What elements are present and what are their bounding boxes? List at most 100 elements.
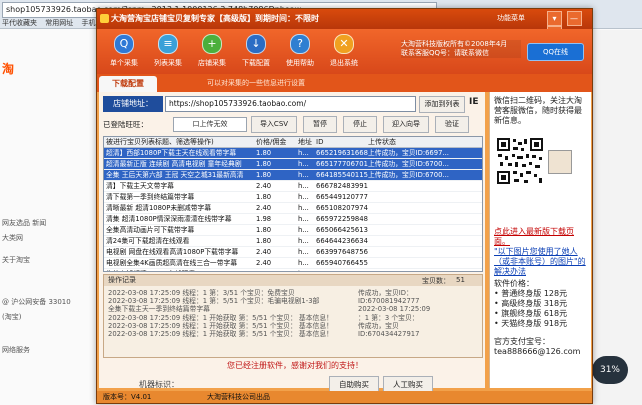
table-row[interactable]: 全集 王后天第六部 王冠 天空之城31最新高清 1.80 h... 664185540… — [104, 170, 482, 181]
app-window: 大淘营淘宝店铺宝贝复制专家【高级版】到期时间：不限时 功能菜单 ▾ — ✕ Q … — [96, 8, 593, 404]
cell-status — [368, 192, 482, 202]
stop-button[interactable]: 停止 — [343, 116, 377, 133]
cell-title: 全集 王后天第六部 王冠 天空之城31最新高清 — [106, 171, 244, 179]
add-to-list-button[interactable]: 添加到列表 — [419, 96, 465, 113]
action-row: 已登陆旺旺： 口上传无效 导入CSV 暂停 停止 迎入向导 验证 — [103, 116, 481, 133]
status-bar: 版本号：V4.01 大淘营科技公司出品 — [97, 391, 592, 403]
table-row[interactable]: 清】下载主天文带字幕 2.40 h... 666782483991 — [104, 181, 482, 192]
column-header-id[interactable]: ID — [316, 137, 368, 147]
latest-version-link[interactable]: 点此进入最新版下载页面。 — [494, 227, 588, 247]
cell-title: 集补心知超清1080P在线观看 — [104, 269, 256, 271]
column-header-title[interactable]: 被进行宝贝列表标题、筛选等操作) — [104, 137, 256, 147]
cell-id: 665108207974 — [316, 204, 368, 212]
price-name: 天猫终身版 — [501, 319, 542, 328]
login-status: 已登陆旺旺： — [103, 120, 148, 129]
help-button[interactable]: ? 使用帮助 — [281, 34, 319, 72]
table-row[interactable]: 超清最新正版 连续剧 高清电视剧 童年经典剧 1.80 h... 6651777067… — [104, 159, 482, 170]
dropdown-icon[interactable]: ▾ — [547, 11, 562, 26]
single-collect-button[interactable]: Q 单个采集 — [105, 34, 143, 72]
product-table[interactable]: 被进行宝贝列表标题、筛选等操作) 价格/佣金 地址 ID 上传状态 超清】西部1… — [103, 136, 483, 272]
main-toolbar: Q 单个采集 ≡ 列表采集 + 店铺采集 ↓ 下载配置 ? 使用帮助 ✕ 退出系… — [97, 29, 592, 74]
cell-price: 2.40 — [256, 204, 272, 212]
price-name: 旗舰终身版 — [501, 309, 542, 318]
cell-price: 1.98 — [256, 215, 272, 223]
cell-id: 665219631668 — [316, 149, 368, 157]
import-wizard-button[interactable]: 迎入向导 — [383, 116, 429, 133]
cell-status — [368, 225, 482, 235]
price-item: • 普通终身版 128元 — [494, 289, 568, 298]
log-line: ：1 第：3 个宝贝： — [358, 313, 419, 322]
background-right-panel — [588, 30, 642, 405]
bookmark-item[interactable]: 平代收藏夹 — [2, 19, 37, 27]
shop-collect-button[interactable]: + 店铺采集 — [193, 34, 231, 72]
table-row[interactable]: 全集高清动画片可下载带字幕 1.80 h... 665066425613 — [104, 225, 482, 236]
payment-contact: 官方支付宝号： tea888666@126.com — [494, 337, 588, 357]
log-line: 2022-03-08 17:25:09 线程：1 开始获取 第：5/51 个宝贝… — [108, 321, 333, 330]
cell-address: h... — [298, 269, 316, 271]
table-body: 超清】西部1080P下载主天在线观看带字幕 1.80 h... 66521963166… — [104, 148, 482, 271]
exit-button[interactable]: ✕ 退出系统 — [325, 34, 363, 72]
bg-text: 关于淘宝 — [2, 256, 30, 264]
machine-id-label: 机器标识： — [139, 380, 179, 389]
side-links: 点此进入最新版下载页面。 "以下图片您使用了她人（或非本账号）的图片"的解决办法 — [494, 227, 588, 277]
table-header: 被进行宝贝列表标题、筛选等操作) 价格/佣金 地址 ID 上传状态 — [104, 137, 482, 148]
bg-text: 网友选品 新闻 — [2, 219, 47, 227]
log-panel: 操作记录 宝贝数： 51 2022-03-08 17:25:09 线程：1 第：… — [103, 274, 483, 358]
qq-online-button[interactable]: QQ在线 — [527, 43, 584, 61]
cell-id: 665972259848 — [316, 215, 368, 223]
download-config-button[interactable]: ↓ 下载配置 — [237, 34, 275, 72]
column-header-address[interactable]: 地址 — [298, 137, 316, 147]
import-csv-button[interactable]: 导入CSV — [251, 116, 297, 133]
cell-title: 清下载第一季到终结篇带字幕 — [106, 193, 195, 201]
cell-price: 1.80 — [256, 193, 272, 201]
pause-button[interactable]: 暂停 — [303, 116, 337, 133]
cell-status — [368, 269, 482, 271]
verify-button[interactable]: 验证 — [435, 116, 469, 133]
price-value: 918元 — [543, 319, 568, 328]
cell-id: 665940766455 — [316, 259, 368, 267]
column-header-price[interactable]: 价格/佣金 — [256, 137, 298, 147]
invalid-upload-checkbox[interactable]: 口上传无效 — [173, 117, 247, 132]
cell-price: 2.40 — [256, 259, 272, 267]
table-row[interactable]: 集补心知超清1080P在线观看1.80h...663976500885 — [104, 269, 482, 271]
log-line: ID:670434427917 — [358, 330, 420, 339]
table-row[interactable]: 清集 超清1080P情深深雨濛濛在线带字幕 1.98 h... 66597225984… — [104, 214, 482, 225]
table-row[interactable]: 清下载第一季到终结篇带字幕 1.80 h... 665449120777 — [104, 192, 482, 203]
cell-price: 2.40 — [256, 248, 272, 256]
minimize-icon[interactable]: — — [566, 11, 582, 26]
cell-price: 1.80 — [256, 149, 272, 157]
table-row[interactable]: 电视剧全集4K画质超高清在线三合一带字幕 2.40 h... 665940766455 — [104, 258, 482, 269]
tab-download-config[interactable]: 下载配置 — [99, 76, 157, 92]
function-menu[interactable]: 功能菜单 — [497, 13, 525, 23]
table-row[interactable]: 清晰最新 超清1080P未删减带字幕 2.40 h... 665108207974 — [104, 203, 482, 214]
cell-status — [368, 236, 482, 246]
shop-url-input[interactable]: https://shop105733926.taobao.com/ — [165, 96, 416, 112]
toolbar-label: 下载配置 — [242, 59, 270, 67]
table-row[interactable]: 电视剧 网盘在线观看高清1080P下载带字幕 2.40 h... 6639976487… — [104, 247, 482, 258]
cell-id: 665066425613 — [316, 226, 368, 234]
toolbar-label: 使用帮助 — [286, 59, 314, 67]
cell-title: 清】下载主天文带字幕 — [106, 182, 174, 190]
cell-status — [368, 247, 482, 257]
log-lines-right: 传成功，宝贝ID： ID:670081942777 2022-03-08 17:… — [358, 289, 476, 355]
cell-price: 1.80 — [256, 237, 272, 245]
app-icon — [100, 14, 109, 23]
cell-price: 1.80 — [256, 226, 272, 234]
bookmark-item[interactable]: 常用网址 — [45, 19, 73, 27]
image-help-link[interactable]: "以下图片您使用了她人（或非本账号）的图片"的解决办法 — [494, 247, 588, 277]
download-icon: ↓ — [246, 34, 266, 54]
list-collect-button[interactable]: ≡ 列表采集 — [149, 34, 187, 72]
table-row[interactable]: 清24集可下载超清在线观看 1.80 h... 664644236634 — [104, 236, 482, 247]
cell-title: 电视剧 网盘在线观看高清1080P下载带字幕 — [106, 248, 239, 256]
toolbar-label: 列表采集 — [154, 59, 182, 67]
cell-id: 663997648756 — [316, 248, 368, 256]
network-speed-badge: 31% — [592, 356, 628, 384]
cell-status — [368, 181, 482, 191]
cell-address: h... — [298, 171, 309, 179]
exit-icon: ✕ — [334, 34, 354, 54]
status-company: 大淘营科技公司出品 — [207, 393, 270, 401]
table-row[interactable]: 超清】西部1080P下载主天在线观看带字幕 1.80 h... 66521963166… — [104, 148, 482, 159]
price-list: 软件价格： • 普通终身版 128元 • 高级终身版 318元 • 旗舰终身版 … — [494, 279, 588, 329]
column-header-status[interactable]: 上传状态 — [368, 137, 482, 147]
company-info: 大淘营科技版权所有©2008年4月 联系客服QQ号：请联系微信 — [401, 40, 521, 58]
